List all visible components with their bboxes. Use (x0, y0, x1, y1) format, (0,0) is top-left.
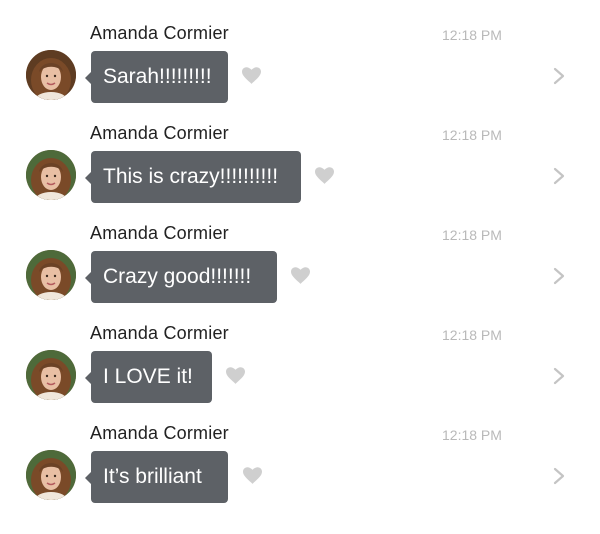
message-bubble[interactable]: Crazy good!!!!!!! (85, 251, 277, 303)
avatar-image (26, 250, 76, 300)
chevron-right-icon[interactable] (552, 467, 566, 485)
avatar[interactable] (26, 250, 76, 300)
message-timestamp: 12:18 PM (442, 327, 502, 343)
chevron-right-icon[interactable] (552, 367, 566, 385)
avatar-image (26, 350, 76, 400)
avatar[interactable] (26, 450, 76, 500)
avatar-image (26, 50, 76, 100)
sender-name: Amanda Cormier (90, 323, 229, 343)
message-row[interactable]: Amanda Cormier 12:18 PM I LOVE it! (0, 320, 600, 420)
heart-icon[interactable] (315, 167, 334, 184)
heart-icon[interactable] (291, 267, 310, 284)
chevron-right-icon[interactable] (552, 67, 566, 85)
message-row[interactable]: Amanda Cormier 12:18 PM Sarah!!!!!!!!! (0, 20, 600, 120)
message-row[interactable]: Amanda Cormier 12:18 PM Crazy good!!!!!!… (0, 220, 600, 320)
message-bubble[interactable]: It’s brilliant (85, 451, 228, 503)
message-timestamp: 12:18 PM (442, 427, 502, 443)
chevron-right-icon[interactable] (552, 167, 566, 185)
avatar[interactable] (26, 150, 76, 200)
chevron-right-icon[interactable] (552, 267, 566, 285)
sender-name: Amanda Cormier (90, 223, 229, 243)
sender-name: Amanda Cormier (90, 123, 229, 143)
message-row[interactable]: Amanda Cormier 12:18 PM This is crazy!!!… (0, 120, 600, 220)
message-bubble[interactable]: Sarah!!!!!!!!! (85, 51, 228, 103)
message-timestamp: 12:18 PM (442, 127, 502, 143)
avatar-image (26, 150, 76, 200)
sender-name: Amanda Cormier (90, 423, 229, 443)
message-bubble[interactable]: This is crazy!!!!!!!!!! (85, 151, 301, 203)
avatar-image (26, 450, 76, 500)
heart-icon[interactable] (242, 67, 261, 84)
avatar[interactable] (26, 350, 76, 400)
heart-icon[interactable] (243, 467, 262, 484)
message-timestamp: 12:18 PM (442, 27, 502, 43)
message-bubble[interactable]: I LOVE it! (85, 351, 212, 403)
heart-icon[interactable] (226, 367, 245, 384)
message-list: Amanda Cormier 12:18 PM Sarah!!!!!!!!! A… (0, 0, 600, 534)
avatar[interactable] (26, 50, 76, 100)
message-timestamp: 12:18 PM (442, 227, 502, 243)
message-row[interactable]: Amanda Cormier 12:18 PM It’s brilliant (0, 420, 600, 520)
sender-name: Amanda Cormier (90, 23, 229, 43)
